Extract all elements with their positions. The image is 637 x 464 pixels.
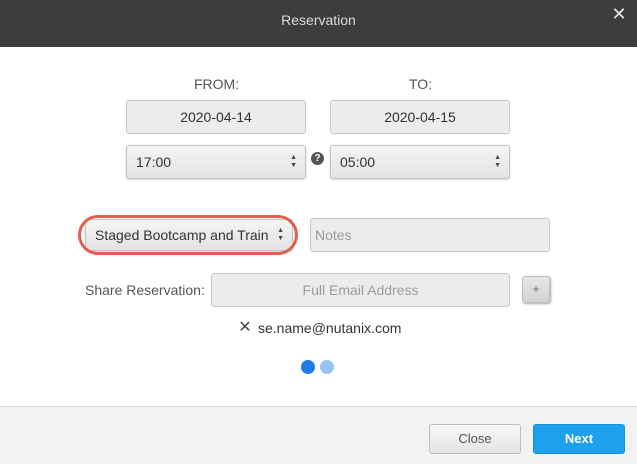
from-date-field[interactable]: 2020-04-14 [126, 100, 306, 134]
share-email-placeholder: Full Email Address [302, 282, 419, 298]
notes-input[interactable]: Notes [310, 218, 550, 252]
reservation-modal: Reservation ✕ FROM: TO: 2020-04-14 2020-… [0, 0, 637, 464]
modal-title: Reservation [281, 12, 356, 28]
add-email-button[interactable]: + [522, 276, 550, 303]
close-icon[interactable]: ✕ [611, 5, 627, 23]
to-label: TO: [409, 76, 433, 92]
modal-footer: Close Next [0, 406, 637, 464]
select-arrows-icon: ▲ ▼ [290, 154, 297, 169]
reservation-type-select[interactable]: Staged Bootcamp and Train ▲ ▼ [85, 219, 293, 251]
to-time-value: 05:00 [340, 154, 376, 170]
pagination-dot-1[interactable] [301, 360, 315, 374]
share-label: Share Reservation: [85, 282, 205, 298]
share-email-input[interactable]: Full Email Address [211, 273, 510, 307]
to-time-select[interactable]: 05:00 ▲ ▼ [330, 145, 510, 179]
next-button[interactable]: Next [533, 424, 625, 454]
from-time-value: 17:00 [136, 154, 172, 170]
notes-placeholder: Notes [315, 227, 352, 243]
from-label: FROM: [194, 76, 240, 92]
to-date-field[interactable]: 2020-04-15 [330, 100, 510, 134]
from-time-select[interactable]: 17:00 ▲ ▼ [126, 145, 306, 179]
modal-header: Reservation ✕ [0, 0, 637, 47]
pagination-dot-2[interactable] [320, 360, 334, 374]
select-arrows-icon: ▲ ▼ [277, 227, 284, 242]
select-arrows-icon: ▲ ▼ [494, 154, 501, 169]
help-icon[interactable]: ? [311, 152, 324, 165]
close-button[interactable]: Close [429, 424, 521, 454]
shared-email: se.name@nutanix.com [258, 320, 402, 336]
remove-icon[interactable]: ✕ [238, 320, 252, 336]
reservation-type-value: Staged Bootcamp and Train [95, 227, 269, 243]
shared-email-item: ✕ se.name@nutanix.com [238, 318, 401, 338]
